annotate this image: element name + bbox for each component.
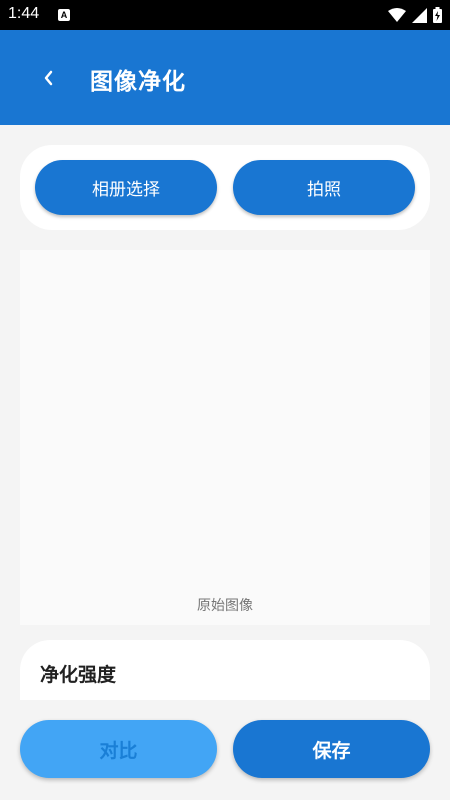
- original-image-preview: 原始图像: [20, 250, 430, 625]
- bottom-action-bar: 对比 保存: [0, 700, 450, 800]
- select-from-album-button[interactable]: 相册选择: [35, 160, 217, 215]
- back-button[interactable]: [30, 58, 66, 98]
- chevron-left-icon: [44, 70, 53, 86]
- status-bar: 1:44 A: [0, 0, 450, 30]
- page-title: 图像净化: [90, 69, 186, 95]
- app-notification-icon: A: [58, 9, 70, 21]
- save-button[interactable]: 保存: [233, 720, 430, 778]
- signal-icon: [412, 7, 427, 23]
- compare-button[interactable]: 对比: [20, 720, 217, 778]
- status-icons: [388, 6, 442, 24]
- original-image-caption: 原始图像: [197, 598, 253, 614]
- take-photo-button[interactable]: 拍照: [233, 160, 415, 215]
- image-source-card: 相册选择 拍照: [20, 145, 430, 230]
- wifi-icon: [388, 8, 406, 22]
- purify-strength-title: 净化强度: [40, 664, 117, 686]
- battery-icon: [433, 7, 442, 23]
- status-time: 1:44: [8, 5, 40, 22]
- app-bar: 图像净化: [0, 30, 450, 125]
